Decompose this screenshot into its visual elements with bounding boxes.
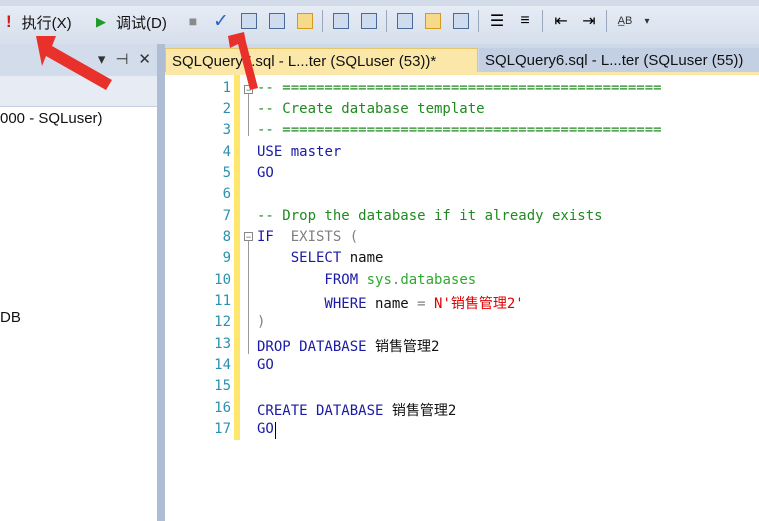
tab-sqlquery7[interactable]: SQLQuery7.sql - L...ter (SQLuser (53))* <box>165 48 478 74</box>
panel-header-icons: ▾ ⊣ ✕ <box>98 50 151 68</box>
schema: sys <box>358 272 392 288</box>
code-line-4: USE master <box>257 144 341 160</box>
code-line-9: SELECT name <box>257 250 384 266</box>
object-explorer-toolbar <box>0 76 157 107</box>
line-number: 3 <box>222 122 231 138</box>
line-number: 11 <box>214 293 231 309</box>
line-number: 16 <box>214 400 231 416</box>
specify-values-icon[interactable]: A̲B <box>614 10 636 32</box>
identifier: 销售管理2 <box>366 339 440 355</box>
code-line-12: ) <box>257 314 266 330</box>
code-line-5: GO <box>257 165 274 181</box>
panel-dropdown-icon[interactable]: ▾ <box>98 50 106 68</box>
keyword: CREATE DATABASE <box>257 403 384 419</box>
panel-splitter[interactable] <box>157 44 165 521</box>
code-line-16: CREATE DATABASE 销售管理2 <box>257 400 456 420</box>
line-number: 2 <box>222 101 231 117</box>
debug-label: 调试(D) <box>116 14 167 32</box>
identifier: master <box>282 144 342 160</box>
object-explorer-header: ▾ ⊣ ✕ <box>0 44 157 76</box>
toolbar-separator <box>478 10 479 32</box>
paren: ( <box>341 229 359 245</box>
debug-play-icon: ▶ <box>96 14 106 29</box>
identifier: name <box>341 250 384 266</box>
keyword-exists: EXISTS <box>273 229 342 245</box>
tree-node-database[interactable]: DB <box>0 309 21 326</box>
include-stats-icon[interactable] <box>330 10 352 32</box>
line-number: 4 <box>222 144 231 160</box>
toolbar-top-strip <box>0 0 759 6</box>
code-line-17: GO <box>257 421 274 437</box>
results-icon[interactable] <box>266 10 288 32</box>
fold-toggle-icon[interactable]: − <box>244 232 253 242</box>
toolbar-separator <box>542 10 543 32</box>
toolbar-separator <box>322 10 323 32</box>
fold-line <box>248 94 249 136</box>
plan-icon[interactable] <box>358 10 380 32</box>
change-tracking-bar <box>234 75 240 440</box>
identifier: 销售管理2 <box>383 403 457 419</box>
code-line-14: GO <box>257 357 274 373</box>
tree-node-server[interactable]: 000 - SQLuser) <box>0 110 103 127</box>
line-number: 9 <box>222 250 231 266</box>
document-tabbar: SQLQuery7.sql - L...ter (SQLuser (53))* … <box>165 44 759 74</box>
execute-icon: ! <box>6 12 12 31</box>
code-line-1: -- =====================================… <box>257 80 662 96</box>
line-number: 12 <box>214 314 231 330</box>
keyword: SELECT <box>257 250 342 266</box>
line-number: 5 <box>222 165 231 181</box>
code-line-7: -- Drop the database if it already exist… <box>257 208 603 224</box>
keyword: USE <box>257 144 283 160</box>
line-number: 6 <box>222 186 231 202</box>
grid-icon[interactable] <box>294 10 316 32</box>
code-line-2: -- Create database template <box>257 101 485 117</box>
outdent-icon[interactable]: ⇤ <box>550 10 572 32</box>
execute-button[interactable]: ! 执行(X) <box>6 9 72 35</box>
toolbar-separator <box>386 10 387 32</box>
system-view: databases <box>400 272 477 288</box>
line-number: 10 <box>214 272 231 288</box>
line-number: 17 <box>214 421 231 437</box>
keyword: FROM <box>257 272 359 288</box>
execute-label: 执行(X) <box>21 14 72 32</box>
string-literal: N'销售管理2' <box>425 296 524 312</box>
text-cursor <box>275 422 276 439</box>
query-plan-icon[interactable] <box>238 10 260 32</box>
code-line-3: -- =====================================… <box>257 122 662 138</box>
uncomment-icon[interactable]: ≡ <box>514 10 536 32</box>
sql-editor[interactable]: − − 1 2 3 4 5 6 7 8 9 10 11 12 13 14 15 … <box>165 75 759 521</box>
line-number: 7 <box>222 208 231 224</box>
toolbar-separator <box>606 10 607 32</box>
code-line-10: FROM sys.databases <box>257 272 476 288</box>
debug-button[interactable]: ▶ 调试(D) <box>96 9 167 35</box>
indent-icon[interactable]: ⇥ <box>578 10 600 32</box>
stop-icon[interactable]: ■ <box>182 10 204 32</box>
keyword: IF <box>257 229 274 245</box>
line-number: 8 <box>222 229 231 245</box>
fold-toggle-icon[interactable]: − <box>244 85 253 95</box>
object-explorer-panel: ▾ ⊣ ✕ 000 - SQLuser) DB <box>0 44 158 521</box>
code-line-11: WHERE name = N'销售管理2' <box>257 293 524 313</box>
panel-pin-icon[interactable]: ⊣ <box>115 50 128 68</box>
panel-close-icon[interactable]: ✕ <box>138 50 151 68</box>
keyword: DROP DATABASE <box>257 339 367 355</box>
toolbar-overflow-icon[interactable]: ▾ <box>640 10 654 32</box>
line-number: 13 <box>214 336 231 352</box>
code-line-8: IF EXISTS ( <box>257 229 358 245</box>
identifier: name <box>366 296 418 312</box>
line-number: 14 <box>214 357 231 373</box>
fold-line <box>248 241 249 354</box>
line-number: 15 <box>214 378 231 394</box>
tab-sqlquery6[interactable]: SQLQuery6.sql - L...ter (SQLuser (55)) <box>479 48 759 74</box>
operator: = <box>417 296 426 312</box>
text-results-icon[interactable] <box>394 10 416 32</box>
file-results-icon[interactable] <box>450 10 472 32</box>
line-number: 1 <box>222 80 231 96</box>
parse-check-icon[interactable]: ✓ <box>210 10 232 32</box>
code-line-13: DROP DATABASE 销售管理2 <box>257 336 439 356</box>
query-toolbar: ! 执行(X) ▶ 调试(D) ■ ✓ ☰ ≡ ⇤ ⇥ A̲B ▾ <box>0 0 759 45</box>
grid-results-icon[interactable] <box>422 10 444 32</box>
keyword: WHERE <box>257 296 367 312</box>
comment-icon[interactable]: ☰ <box>486 10 508 32</box>
